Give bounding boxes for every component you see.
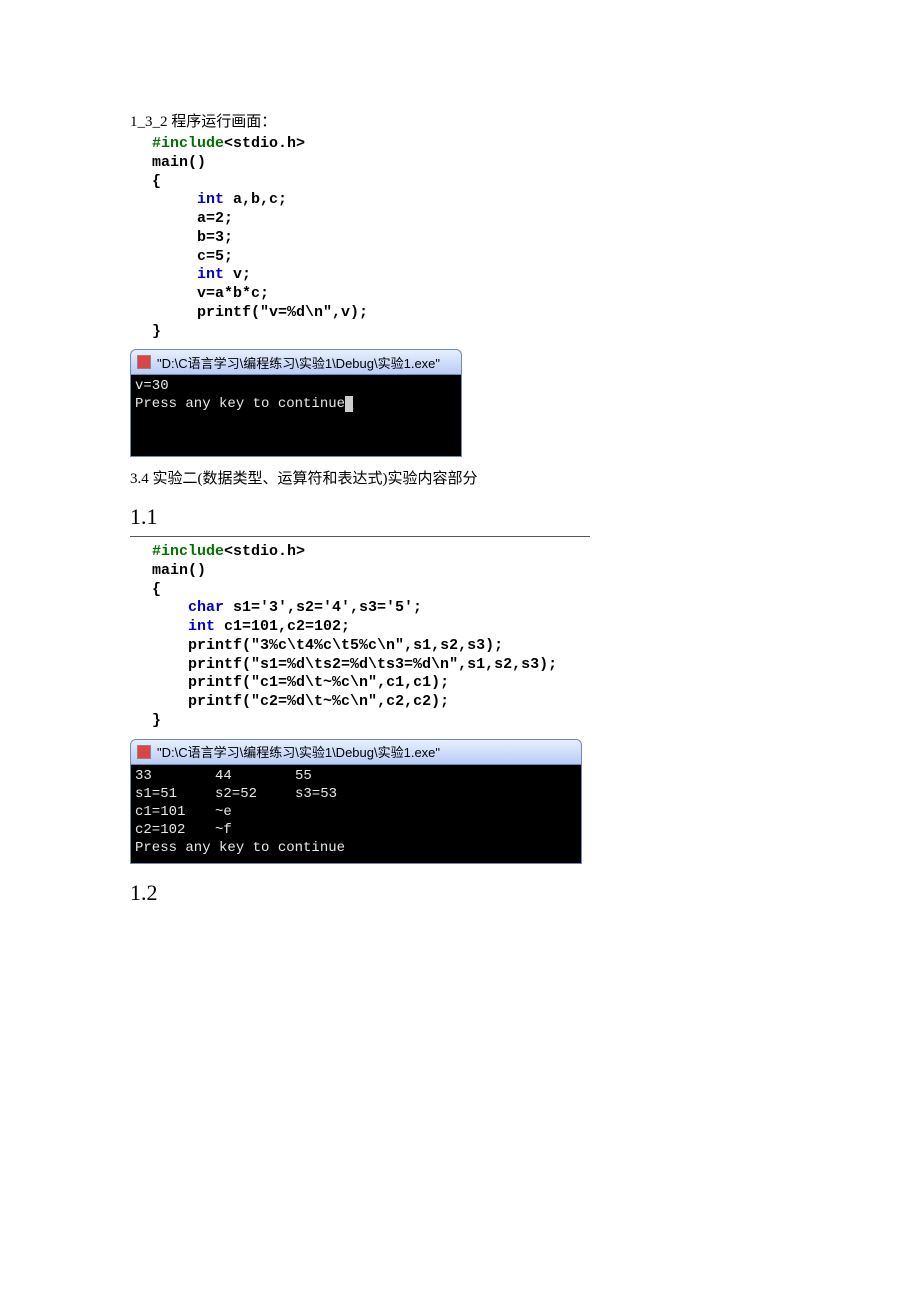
code-text: v; xyxy=(224,266,251,283)
code-text: } xyxy=(152,323,161,340)
code-text: <stdio.h> xyxy=(224,543,305,560)
code-text: a,b,c; xyxy=(224,191,287,208)
console-output: 334455s1=51s2=52s3=53c1=101~ec2=102~fPre… xyxy=(130,765,582,865)
code-text: b=3; xyxy=(197,229,233,246)
window-title: "D:\C语言学习\编程练习\实验1\Debug\实验1.exe" xyxy=(157,742,440,761)
code-text: printf( xyxy=(197,304,260,321)
code-text: } xyxy=(152,712,161,729)
console-cell: s2=52 xyxy=(215,785,295,803)
keyword-include: #include xyxy=(152,135,224,152)
console-row: c1=101~e xyxy=(135,803,577,821)
cursor-icon: _ xyxy=(345,396,353,412)
titlebar[interactable]: "D:\C语言学习\编程练习\实验1\Debug\实验1.exe" xyxy=(130,349,462,375)
console-cell: s3=53 xyxy=(295,785,375,803)
window-title: "D:\C语言学习\编程练习\实验1\Debug\实验1.exe" xyxy=(157,353,440,372)
code-string: "v=%d\n" xyxy=(260,304,332,321)
code-text: ,s1,s2,s3); xyxy=(404,637,503,654)
code-text: v=a*b*c; xyxy=(197,285,269,302)
console-cell: ~e xyxy=(215,803,295,821)
section-3-4: 3.4 实验二(数据类型、运算符和表达式)实验内容部分 xyxy=(130,467,770,488)
console-cell: c2=102 xyxy=(135,821,215,839)
code-text: ,c2,c2); xyxy=(377,693,449,710)
console-cell: ~f xyxy=(215,821,295,839)
code-text: c=5; xyxy=(197,248,233,265)
console-window-2: "D:\C语言学习\编程练习\实验1\Debug\实验1.exe" 334455… xyxy=(130,739,582,865)
code-text: printf( xyxy=(188,656,251,673)
section-1-1: 1.1 xyxy=(130,504,770,530)
code-text: main() xyxy=(152,562,206,579)
titlebar[interactable]: "D:\C语言学习\编程练习\实验1\Debug\实验1.exe" xyxy=(130,739,582,765)
code-text: <stdio.h> xyxy=(224,135,305,152)
code-text: s1='3',s2='4',s3='5'; xyxy=(224,599,422,616)
code-text: ,v); xyxy=(332,304,368,321)
console-cell: s1=51 xyxy=(135,785,215,803)
code-text: { xyxy=(152,173,161,190)
console-row: c2=102~f xyxy=(135,821,577,839)
code-text: printf( xyxy=(188,693,251,710)
code-text: c1=101,c2=102; xyxy=(215,618,350,635)
code-text: printf( xyxy=(188,674,251,691)
code-text: ,s1,s2,s3); xyxy=(458,656,557,673)
console-line: Press any key to continue xyxy=(135,840,345,856)
console-cell: 44 xyxy=(215,767,295,785)
console-row: s1=51s2=52s3=53 xyxy=(135,785,577,803)
code-block-1: #include<stdio.h> main() { int a,b,c; a=… xyxy=(152,135,770,341)
document-page: 1_3_2 程序运行画面： #include<stdio.h> main() {… xyxy=(0,0,770,906)
caption-1-3-2: 1_3_2 程序运行画面： xyxy=(130,110,770,131)
app-icon xyxy=(137,355,151,369)
keyword-include: #include xyxy=(152,543,224,560)
console-row: 334455 xyxy=(135,767,577,785)
app-icon xyxy=(137,745,151,759)
keyword-int: int xyxy=(197,266,224,283)
code-string: "c2=%d\t~%c\n" xyxy=(251,693,377,710)
code-string: "c1=%d\t~%c\n" xyxy=(251,674,377,691)
keyword-char: char xyxy=(188,599,224,616)
console-line: v=30 xyxy=(135,378,169,394)
keyword-int: int xyxy=(197,191,224,208)
keyword-int: int xyxy=(188,618,215,635)
console-cell: c1=101 xyxy=(135,803,215,821)
code-text: printf( xyxy=(188,637,251,654)
console-output: v=30 Press any key to continue_ xyxy=(130,375,462,457)
code-text: main() xyxy=(152,154,206,171)
code-string: "s1=%d\ts2=%d\ts3=%d\n" xyxy=(251,656,458,673)
code-string: "3%c\t4%c\t5%c\n" xyxy=(251,637,404,654)
console-window-1: "D:\C语言学习\编程练习\实验1\Debug\实验1.exe" v=30 P… xyxy=(130,349,462,457)
code-text: { xyxy=(152,581,161,598)
code-text: ,c1,c1); xyxy=(377,674,449,691)
code-text: a=2; xyxy=(197,210,233,227)
console-cell: 33 xyxy=(135,767,215,785)
divider xyxy=(130,536,590,537)
console-line: Press any key to continue xyxy=(135,396,345,412)
code-block-2: #include<stdio.h> main() { char s1='3',s… xyxy=(152,543,770,731)
console-cell: 55 xyxy=(295,767,375,785)
section-1-2: 1.2 xyxy=(130,880,770,906)
